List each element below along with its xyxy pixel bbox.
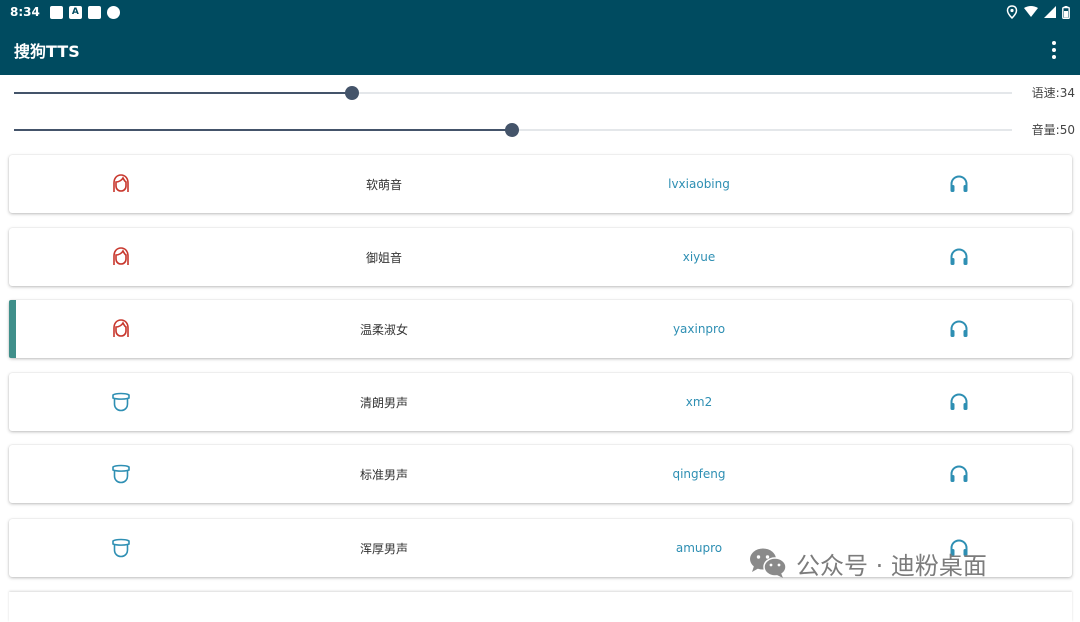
female-face-icon	[113, 174, 129, 192]
voice-name: 温柔淑女	[359, 322, 408, 337]
status-bar: 8:34 A	[0, 0, 1080, 24]
male-face-icon	[112, 392, 130, 412]
voice-card[interactable]: 软萌音 lvxiaobing	[9, 155, 1072, 213]
voice-card[interactable]: 清朗男声 xm2	[9, 373, 1072, 431]
headphones-icon[interactable]	[949, 320, 969, 338]
volume-label: 音量:50	[1031, 123, 1075, 137]
location-icon	[1006, 5, 1018, 19]
system-icons	[1006, 5, 1070, 19]
male-face-icon	[112, 464, 130, 484]
headphones-icon[interactable]	[949, 393, 969, 411]
notification-square-icon	[87, 5, 101, 19]
signal-icon	[1044, 6, 1056, 18]
voice-card-selected[interactable]: 温柔淑女 yaxinpro	[9, 300, 1072, 358]
speed-slider-fill	[14, 92, 352, 94]
voice-card[interactable]: 御姐音 xiyue	[9, 228, 1072, 286]
overflow-menu-icon[interactable]	[1042, 38, 1066, 62]
voice-name: 浑厚男声	[359, 541, 408, 556]
voice-id: lvxiaobing	[668, 177, 730, 191]
voice-id: xiyue	[682, 250, 716, 264]
selection-indicator	[9, 300, 16, 358]
speed-slider-row: 语速:34	[0, 78, 1080, 108]
volume-slider-row: 音量:50	[0, 115, 1080, 145]
volume-slider-thumb[interactable]	[505, 123, 519, 137]
notification-circle-icon	[106, 5, 120, 19]
battery-icon	[1062, 5, 1070, 19]
speed-label: 语速:34	[1031, 86, 1075, 100]
voice-id: xm2	[685, 395, 713, 409]
app-title: 搜狗TTS	[14, 41, 80, 61]
speed-slider-thumb[interactable]	[345, 86, 359, 100]
voice-card-partial[interactable]	[9, 592, 1072, 622]
notification-a-icon: A	[68, 5, 82, 19]
voice-card[interactable]: 标准男声 qingfeng	[9, 445, 1072, 503]
notification-icons: A	[49, 5, 120, 19]
speed-slider[interactable]	[14, 86, 1012, 100]
headphones-icon[interactable]	[949, 175, 969, 193]
wifi-icon	[1024, 6, 1038, 17]
wechat-logo-icon	[750, 548, 787, 578]
watermark-text: 公众号 · 迪粉桌面	[796, 551, 987, 580]
notification-square-icon	[49, 5, 63, 19]
app-bar: 搜狗TTS	[0, 24, 1080, 75]
female-face-icon	[113, 319, 129, 337]
status-time: 8:34	[10, 5, 40, 19]
voice-id: yaxinpro	[672, 322, 726, 336]
voice-name: 清朗男声	[359, 395, 408, 410]
headphones-icon[interactable]	[949, 465, 969, 483]
voice-name: 标准男声	[359, 467, 408, 482]
voice-id: qingfeng	[672, 467, 726, 481]
female-face-icon	[113, 247, 129, 265]
voice-name: 御姐音	[365, 250, 402, 265]
headphones-icon[interactable]	[949, 248, 969, 266]
volume-slider-fill	[14, 129, 512, 131]
volume-slider[interactable]	[14, 123, 1012, 137]
watermark: 公众号 · 迪粉桌面	[748, 545, 987, 581]
voice-name: 软萌音	[365, 177, 402, 192]
male-face-icon	[112, 538, 130, 558]
